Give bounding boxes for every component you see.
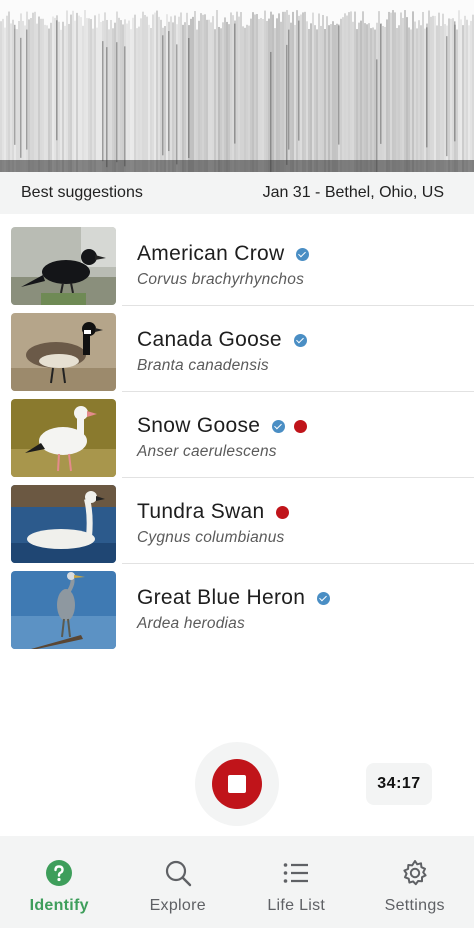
species-common-name: American Crow [137,242,310,266]
question-circle-icon [44,858,74,888]
species-scientific-name: Ardea herodias [137,615,245,632]
species-row-snow-goose[interactable]: Snow Goose Anser caerulescens [0,392,474,478]
best-suggestions-label: Best suggestions [21,184,143,201]
gear-icon [400,858,430,888]
species-scientific-name: Corvus brachyrhynchos [137,271,305,288]
tab-identify[interactable]: Identify [0,836,119,928]
tab-life-list-label: Life List [267,897,326,914]
suggestions-header: Best suggestions Jan 31 - Bethel, Ohio, … [0,172,474,214]
verified-check-icon [296,247,310,261]
tab-identify-label: Identify [29,897,89,914]
record-button-container [195,742,279,826]
species-common-name: Canada Goose [137,328,307,352]
tab-explore[interactable]: Explore [119,836,238,928]
snow-goose-photo [11,399,116,477]
verified-check-icon [293,333,307,347]
date-location-label: Jan 31 - Bethel, Ohio, US [262,184,444,201]
species-scientific-name: Cygnus columbianus [137,529,285,546]
species-common-name: Snow Goose [137,414,308,438]
stop-record-button[interactable] [212,759,262,809]
great-blue-heron-photo [11,571,116,649]
species-common-name: Great Blue Heron [137,586,331,610]
tab-explore-label: Explore [149,897,206,914]
canada-goose-photo [11,313,116,391]
species-common-name: Tundra Swan [137,500,290,524]
species-list: American Crow Corvus brachyrhynchos Cana… [0,220,474,650]
american-crow-photo [11,227,116,305]
species-row-american-crow[interactable]: American Crow Corvus brachyrhynchos [0,220,474,306]
rare-indicator-icon [276,505,290,519]
spectrogram [0,0,474,172]
spectrogram-graph [0,10,474,172]
species-row-great-blue-heron[interactable]: Great Blue Heron Ardea herodias [0,564,474,650]
recording-timer: 34:17 [366,763,432,805]
rare-indicator-icon [294,419,308,433]
species-row-canada-goose[interactable]: Canada Goose Branta canadensis [0,306,474,392]
verified-check-icon [272,419,286,433]
stop-icon [228,775,246,793]
species-scientific-name: Anser caerulescens [137,443,277,460]
verified-check-icon [317,591,331,605]
tab-settings-label: Settings [384,897,445,914]
tundra-swan-photo [11,485,116,563]
list-icon [281,858,311,888]
tab-life-list[interactable]: Life List [237,836,356,928]
search-icon [163,858,193,888]
species-row-tundra-swan[interactable]: Tundra Swan Cygnus columbianus [0,478,474,564]
bottom-tab-bar: Identify Explore Life List Settings [0,836,474,928]
species-scientific-name: Branta canadensis [137,357,269,374]
tab-settings[interactable]: Settings [356,836,474,928]
